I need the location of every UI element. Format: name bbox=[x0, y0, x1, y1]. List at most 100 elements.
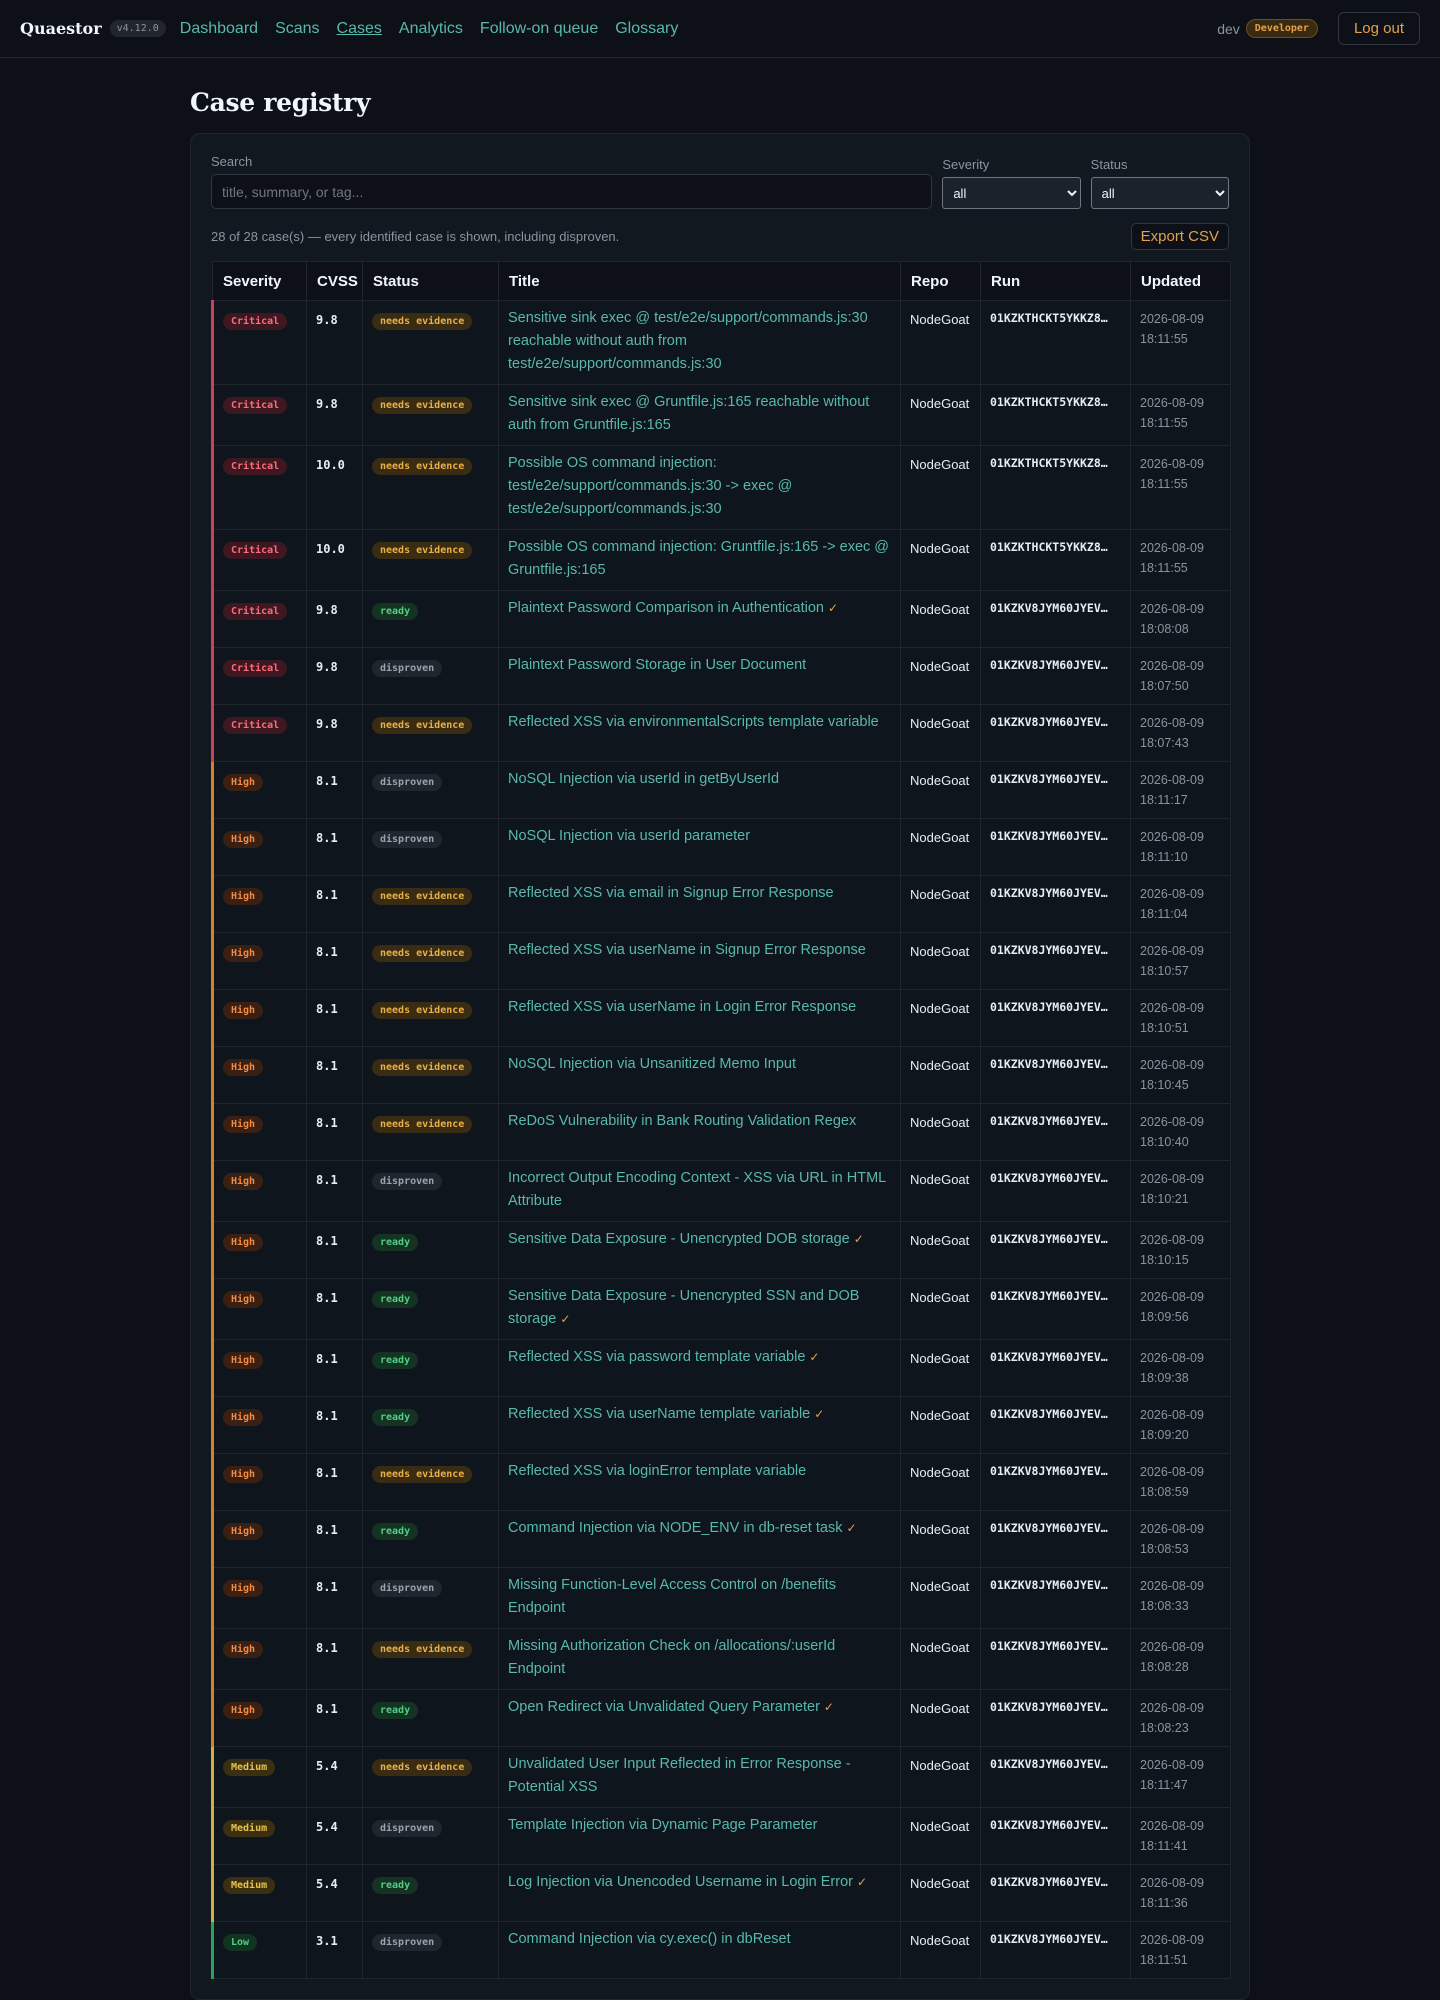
run-id[interactable]: 01KZKV8JYM60JYEV… bbox=[990, 1464, 1121, 1478]
case-title-link[interactable]: Sensitive sink exec @ test/e2e/support/c… bbox=[508, 307, 891, 376]
title-cell: Missing Function-Level Access Control on… bbox=[498, 1567, 901, 1629]
run-id[interactable]: 01KZKV8JYM60JYEV… bbox=[990, 715, 1121, 729]
severity-cell: High bbox=[211, 989, 307, 1047]
case-title-link[interactable]: NoSQL Injection via Unsanitized Memo Inp… bbox=[508, 1053, 891, 1076]
nav-glossary[interactable]: Glossary bbox=[615, 20, 678, 37]
case-title: NoSQL Injection via userId parameter bbox=[508, 828, 751, 844]
case-title-link[interactable]: NoSQL Injection via userId in getByUserI… bbox=[508, 768, 891, 791]
status-select[interactable]: all bbox=[1090, 177, 1230, 209]
nav-dashboard[interactable]: Dashboard bbox=[180, 20, 258, 37]
run-id[interactable]: 01KZKV8JYM60JYEV… bbox=[990, 772, 1121, 786]
title-cell: Possible OS command injection: test/e2e/… bbox=[498, 445, 901, 530]
app-logo[interactable]: Quaestor bbox=[20, 19, 102, 38]
case-title-link[interactable]: Missing Function-Level Access Control on… bbox=[508, 1574, 891, 1620]
case-title-link[interactable]: Possible OS command injection: Gruntfile… bbox=[508, 536, 891, 582]
repo-cell: NodeGoat bbox=[900, 1746, 981, 1808]
case-title-link[interactable]: Reflected XSS via userName in Signup Err… bbox=[508, 939, 891, 962]
updated-date: 2026-08-09 bbox=[1140, 1758, 1204, 1772]
severity-cell: Critical bbox=[211, 647, 307, 705]
run-id[interactable]: 01KZKV8JYM60JYEV… bbox=[990, 601, 1121, 615]
table-row: High 8.1 ready Reflected XSS via password t… bbox=[211, 1339, 1231, 1397]
run-id[interactable]: 01KZKTHCKT5YKKZ8… bbox=[990, 456, 1121, 470]
updated-time: 18:08:08 bbox=[1140, 622, 1189, 636]
logout-button[interactable]: Log out bbox=[1337, 12, 1420, 45]
case-title-link[interactable]: Template Injection via Dynamic Page Para… bbox=[508, 1814, 891, 1837]
cvss-cell: 8.1 bbox=[306, 1628, 363, 1690]
case-title-link[interactable]: Reflected XSS via userName template vari… bbox=[508, 1403, 891, 1426]
run-id[interactable]: 01KZKV8JYM60JYEV… bbox=[990, 1114, 1121, 1128]
run-id[interactable]: 01KZKV8JYM60JYEV… bbox=[990, 1932, 1121, 1946]
run-id[interactable]: 01KZKV8JYM60JYEV… bbox=[990, 943, 1121, 957]
severity-select[interactable]: all bbox=[942, 177, 1081, 209]
updated-cell: 2026-08-09 18:08:08 bbox=[1130, 590, 1231, 648]
run-id[interactable]: 01KZKV8JYM60JYEV… bbox=[990, 1578, 1121, 1592]
severity-cell: High bbox=[211, 1689, 307, 1747]
run-id[interactable]: 01KZKV8JYM60JYEV… bbox=[990, 658, 1121, 672]
case-title-link[interactable]: Reflected XSS via email in Signup Error … bbox=[508, 882, 891, 905]
case-title-link[interactable]: Possible OS command injection: test/e2e/… bbox=[508, 452, 891, 521]
run-id[interactable]: 01KZKV8JYM60JYEV… bbox=[990, 1818, 1121, 1832]
case-title-link[interactable]: Log Injection via Unencoded Username in … bbox=[508, 1871, 891, 1894]
run-id[interactable]: 01KZKV8JYM60JYEV… bbox=[990, 1700, 1121, 1714]
case-title: Reflected XSS via loginError template va… bbox=[508, 1463, 807, 1479]
run-cell: 01KZKV8JYM60JYEV… bbox=[980, 1689, 1131, 1747]
repo-name: NodeGoat bbox=[910, 1579, 970, 1594]
status-badge: disproven bbox=[372, 831, 443, 848]
case-title-link[interactable]: NoSQL Injection via userId parameter bbox=[508, 825, 891, 848]
severity-cell: High bbox=[211, 932, 307, 990]
run-id[interactable]: 01KZKTHCKT5YKKZ8… bbox=[990, 311, 1121, 325]
nav-scans[interactable]: Scans bbox=[275, 20, 319, 37]
case-title-link[interactable]: Unvalidated User Input Reflected in Erro… bbox=[508, 1753, 891, 1799]
case-title-link[interactable]: Reflected XSS via userName in Login Erro… bbox=[508, 996, 891, 1019]
case-title-link[interactable]: Open Redirect via Unvalidated Query Para… bbox=[508, 1696, 891, 1719]
case-title-link[interactable]: Incorrect Output Encoding Context - XSS … bbox=[508, 1167, 891, 1213]
status-cell: ready bbox=[362, 1864, 499, 1922]
nav-analytics[interactable]: Analytics bbox=[399, 20, 463, 37]
run-id[interactable]: 01KZKV8JYM60JYEV… bbox=[990, 886, 1121, 900]
case-title-link[interactable]: Sensitive Data Exposure - Unencrypted SS… bbox=[508, 1285, 891, 1331]
run-id[interactable]: 01KZKV8JYM60JYEV… bbox=[990, 1057, 1121, 1071]
case-title-link[interactable]: Plaintext Password Storage in User Docum… bbox=[508, 654, 891, 677]
run-cell: 01KZKV8JYM60JYEV… bbox=[980, 1628, 1131, 1690]
case-table: Severity CVSS Status Title Repo Run Updated Cr… bbox=[211, 261, 1231, 1979]
run-cell: 01KZKV8JYM60JYEV… bbox=[980, 875, 1131, 933]
nav-cases[interactable]: Cases bbox=[337, 20, 382, 37]
run-id[interactable]: 01KZKV8JYM60JYEV… bbox=[990, 1171, 1121, 1185]
case-title-link[interactable]: Missing Authorization Check on /allocati… bbox=[508, 1635, 891, 1681]
run-id[interactable]: 01KZKV8JYM60JYEV… bbox=[990, 1000, 1121, 1014]
table-row: High 8.1 needs evidence Reflected XSS via e… bbox=[211, 875, 1231, 933]
table-row: Medium 5.4 ready Log Injection via Unencode… bbox=[211, 1864, 1231, 1922]
case-title: Reflected XSS via userName in Login Erro… bbox=[508, 999, 857, 1015]
case-title-link[interactable]: Command Injection via cy.exec() in dbRes… bbox=[508, 1928, 891, 1951]
run-id[interactable]: 01KZKTHCKT5YKKZ8… bbox=[990, 540, 1121, 554]
run-id[interactable]: 01KZKV8JYM60JYEV… bbox=[990, 1757, 1121, 1771]
title-cell: Command Injection via cy.exec() in dbRes… bbox=[498, 1921, 901, 1979]
case-title-link[interactable]: Sensitive sink exec @ Gruntfile.js:165 r… bbox=[508, 391, 891, 437]
run-id[interactable]: 01KZKV8JYM60JYEV… bbox=[990, 829, 1121, 843]
updated-date: 2026-08-09 bbox=[1140, 396, 1204, 410]
repo-cell: NodeGoat bbox=[900, 1453, 981, 1511]
case-title-link[interactable]: Reflected XSS via environmentalScripts t… bbox=[508, 711, 891, 734]
case-title-link[interactable]: Command Injection via NODE_ENV in db-res… bbox=[508, 1517, 891, 1540]
table-row: High 8.1 ready Sensitive Data Exposure - Un… bbox=[211, 1221, 1231, 1279]
case-title-link[interactable]: Reflected XSS via password template vari… bbox=[508, 1346, 891, 1369]
run-id[interactable]: 01KZKV8JYM60JYEV… bbox=[990, 1521, 1121, 1535]
case-title-link[interactable]: Sensitive Data Exposure - Unencrypted DO… bbox=[508, 1228, 891, 1251]
run-id[interactable]: 01KZKV8JYM60JYEV… bbox=[990, 1232, 1121, 1246]
run-id[interactable]: 01KZKV8JYM60JYEV… bbox=[990, 1350, 1121, 1364]
search-input[interactable] bbox=[211, 174, 933, 209]
updated-date: 2026-08-09 bbox=[1140, 1701, 1204, 1715]
nav-follow-on-queue[interactable]: Follow-on queue bbox=[480, 20, 598, 37]
updated-cell: 2026-08-09 18:10:45 bbox=[1130, 1046, 1231, 1104]
updated-date: 2026-08-09 bbox=[1140, 1172, 1204, 1186]
updated-time: 18:10:15 bbox=[1140, 1253, 1189, 1267]
case-title-link[interactable]: ReDoS Vulnerability in Bank Routing Vali… bbox=[508, 1110, 891, 1133]
case-title-link[interactable]: Plaintext Password Comparison in Authent… bbox=[508, 597, 891, 620]
run-id[interactable]: 01KZKV8JYM60JYEV… bbox=[990, 1407, 1121, 1421]
export-csv-button[interactable]: Export CSV bbox=[1130, 223, 1229, 250]
case-title-link[interactable]: Reflected XSS via loginError template va… bbox=[508, 1460, 891, 1483]
run-id[interactable]: 01KZKV8JYM60JYEV… bbox=[990, 1875, 1121, 1889]
run-id[interactable]: 01KZKV8JYM60JYEV… bbox=[990, 1289, 1121, 1303]
run-id[interactable]: 01KZKV8JYM60JYEV… bbox=[990, 1639, 1121, 1653]
run-id[interactable]: 01KZKTHCKT5YKKZ8… bbox=[990, 395, 1121, 409]
